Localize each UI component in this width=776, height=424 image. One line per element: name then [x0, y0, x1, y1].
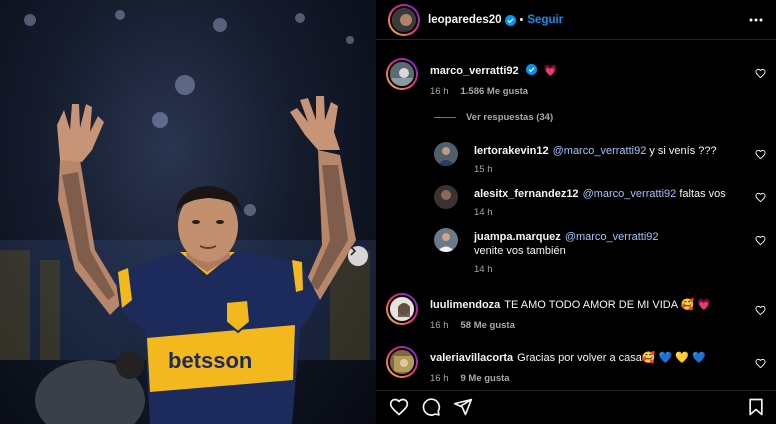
avatar[interactable]	[386, 346, 418, 378]
comment-username[interactable]: valeriavillacorta	[430, 352, 513, 364]
heart-icon[interactable]	[755, 68, 766, 79]
avatar[interactable]	[386, 58, 418, 90]
comment-time[interactable]: 15 h	[474, 164, 493, 175]
comment-likes[interactable]: 1.586 Me gusta	[461, 86, 529, 97]
jersey-sponsor-text: betsson	[168, 348, 252, 373]
next-photo-button[interactable]	[348, 246, 368, 266]
comment-text: Gracias por volver a casa🥰 💙 💛 💙	[517, 352, 706, 364]
comment-time[interactable]: 16 h	[430, 373, 449, 384]
follow-button[interactable]: Seguir	[527, 14, 563, 26]
author-username[interactable]: leoparedes20	[428, 14, 502, 26]
bookmark-icon[interactable]	[746, 397, 766, 417]
comments-panel: leoparedes20 • Seguir marco_verratti92 💗	[376, 0, 776, 424]
avatar[interactable]	[386, 293, 418, 325]
mention-link[interactable]: @marco_verratti92	[553, 145, 647, 157]
comment-username[interactable]: marco_verratti92	[430, 65, 519, 77]
comment-likes[interactable]: 9 Me gusta	[461, 373, 510, 384]
mention-link[interactable]: @marco_verratti92	[583, 188, 677, 200]
comment-time[interactable]: 16 h	[430, 320, 449, 331]
author-avatar[interactable]	[388, 4, 420, 36]
heart-icon[interactable]	[755, 235, 766, 246]
comment-text: y si venís ???	[646, 145, 717, 157]
heart-icon[interactable]	[755, 358, 766, 369]
comment-time[interactable]: 14 h	[474, 264, 493, 275]
comment-username[interactable]: lertorakevin12	[474, 145, 549, 157]
comment-icon[interactable]	[421, 397, 441, 417]
post-header: leoparedes20 • Seguir	[376, 0, 776, 40]
heart-icon[interactable]	[389, 397, 409, 417]
post-actions-bar	[376, 390, 776, 424]
comment-username[interactable]: alesitx_fernandez12	[474, 188, 579, 200]
heart-icon[interactable]	[755, 149, 766, 160]
comment-username[interactable]: luulimendoza	[430, 299, 500, 311]
share-icon[interactable]	[453, 397, 473, 417]
heart-icon[interactable]	[755, 305, 766, 316]
verified-badge-icon	[525, 64, 537, 75]
comment-text: faltas vos	[676, 188, 726, 200]
comment-likes[interactable]: 58 Me gusta	[461, 320, 515, 331]
heart-icon[interactable]	[755, 192, 766, 203]
comment-time[interactable]: 16 h	[430, 86, 449, 97]
avatar[interactable]	[434, 142, 458, 166]
comment-text: 💗	[543, 65, 558, 77]
view-replies-button[interactable]: Ver respuestas (34)	[434, 112, 553, 123]
player-photo: betsson	[0, 10, 376, 424]
comment-text: TE AMO TODO AMOR DE MI VIDA 🥰 💗	[504, 299, 711, 311]
comment-time[interactable]: 14 h	[474, 207, 493, 218]
comment-username[interactable]: juampa.marquez	[474, 231, 561, 243]
comment-text: venite vos también	[474, 245, 566, 257]
post-photo: betsson	[0, 0, 376, 424]
verified-badge-icon	[504, 14, 516, 26]
avatar[interactable]	[434, 185, 458, 209]
mention-link[interactable]: @marco_verratti92	[565, 231, 659, 243]
chevron-right-icon	[350, 246, 357, 256]
avatar[interactable]	[434, 228, 458, 252]
more-options-icon[interactable]	[748, 12, 764, 28]
